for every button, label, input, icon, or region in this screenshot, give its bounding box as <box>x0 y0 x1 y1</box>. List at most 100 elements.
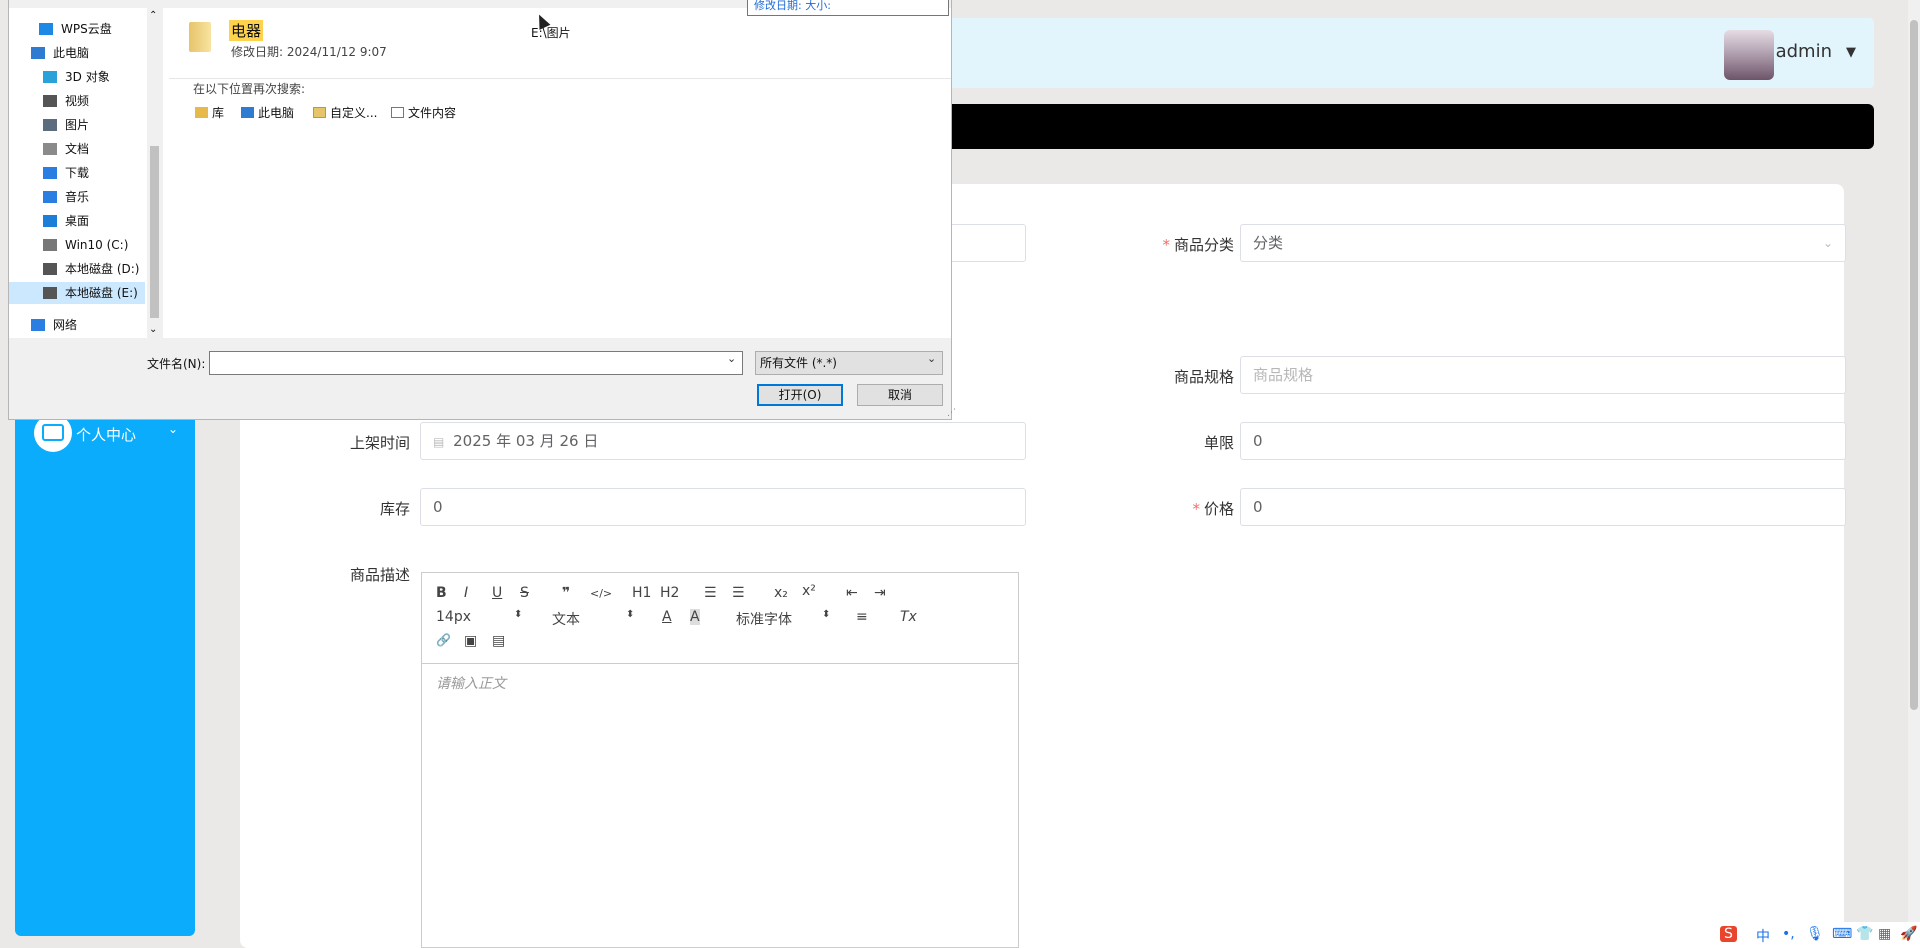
bold-button[interactable]: B <box>436 585 447 601</box>
search-location-file-content[interactable]: 文件内容 <box>391 104 456 121</box>
nav-item[interactable]: 图片 <box>9 114 145 136</box>
nav-item[interactable]: 桌面 <box>9 210 145 232</box>
h2-button[interactable]: H2 <box>660 585 679 601</box>
nav-scrollbar-thumb[interactable] <box>150 146 159 318</box>
superscript-button[interactable]: x² <box>802 583 816 599</box>
sogou-ime-icon[interactable]: S <box>1720 926 1737 942</box>
search-location-custom[interactable]: 自定义... <box>313 104 377 121</box>
nav-item-label: 本地磁盘 (D:) <box>65 262 140 276</box>
category-select[interactable]: 分类 ⌄ <box>1240 224 1846 262</box>
nav-item[interactable]: 3D 对象 <box>9 66 145 88</box>
nav-item[interactable]: 此电脑 <box>9 42 145 64</box>
nav-item[interactable]: 文档 <box>9 138 145 160</box>
image-icon[interactable]: ▣ <box>464 633 477 649</box>
folder-name[interactable]: 电器 <box>229 20 264 41</box>
nav-item[interactable]: 本地磁盘 (E:) <box>9 282 145 304</box>
font-size-select[interactable]: 14px <box>436 609 471 625</box>
font-family-arrows-icon: ⬍ <box>822 609 831 620</box>
chevron-down-icon[interactable]: ⌄ <box>927 352 936 365</box>
price-input[interactable]: 0 <box>1240 488 1846 526</box>
nav-item-label: 文档 <box>65 142 90 156</box>
folder-icon[interactable] <box>189 22 211 52</box>
align-button[interactable]: ≡ <box>856 609 868 625</box>
nav-item[interactable]: 本地磁盘 (D:) <box>9 258 145 280</box>
nav-item[interactable]: 视频 <box>9 90 145 112</box>
caret-down-icon[interactable]: ▼ <box>1846 45 1856 60</box>
system-tray: S 中 •, 🎙 ⌨ 👕 ▦ 🚀 <box>1716 922 1920 948</box>
scroll-up-icon[interactable]: ⌃ <box>149 10 157 21</box>
nav-item-label: WPS云盘 <box>61 22 112 36</box>
cloud-icon <box>39 23 53 35</box>
clean-format-button[interactable]: Tx <box>900 609 917 625</box>
spec-placeholder: 商品规格 <box>1253 366 1314 384</box>
page-scrollbar-thumb[interactable] <box>1910 20 1918 710</box>
nav-item[interactable]: WPS云盘 <box>9 18 145 40</box>
code-button[interactable]: </> <box>590 587 612 600</box>
shelf-time-value: 2025 年 03 月 26 日 <box>453 432 599 450</box>
italic-button[interactable]: I <box>464 585 468 601</box>
sidebar-item-personal-center[interactable]: 个人中心 <box>76 424 136 445</box>
link-icon[interactable]: 🔗 <box>436 633 451 647</box>
nav-item[interactable]: 网络 <box>9 314 145 336</box>
price-label: * 价格 <box>1192 500 1234 518</box>
nav-item-label: 视频 <box>65 94 90 108</box>
format-select[interactable]: 文本 <box>552 609 580 629</box>
divider <box>169 78 951 79</box>
shelf-time-picker[interactable]: ▤ 2025 年 03 月 26 日 <box>420 422 1026 460</box>
search-location-this-pc[interactable]: 此电脑 <box>241 104 294 121</box>
toolbox-icon[interactable]: ▦ <box>1878 926 1891 942</box>
underline-button[interactable]: U <box>492 585 502 601</box>
required-mark: * <box>1192 500 1200 518</box>
rich-text-editor[interactable]: B I U S ❞ </> H1 H2 ☰ ☰ x₂ x² ⇤ ⇥ 14px ⬍… <box>421 572 1019 948</box>
user-avatar[interactable] <box>1724 30 1774 80</box>
nav-item-label: 3D 对象 <box>65 70 110 84</box>
format-arrows-icon: ⬍ <box>626 609 635 620</box>
nav-item[interactable]: Win10 (C:) <box>9 234 145 256</box>
picture-icon <box>43 119 57 131</box>
stock-input[interactable]: 0 <box>420 488 1026 526</box>
spec-input[interactable]: 商品规格 <box>1240 356 1846 394</box>
drive-icon <box>43 263 57 275</box>
nav-list: WPS云盘此电脑 3D 对象视频图片文档下载音乐 桌面 Win10 (C:) 本地磁盘 … <box>9 0 147 340</box>
cube-icon <box>43 71 57 83</box>
microphone-icon[interactable]: 🎙 <box>1806 926 1824 942</box>
file-open-dialog: WPS云盘此电脑 3D 对象视频图片文档下载音乐 桌面 Win10 (C:) 本地磁盘 … <box>8 0 956 420</box>
keyboard-icon[interactable]: ⌨ <box>1832 926 1852 942</box>
font-color-button[interactable]: A <box>662 609 672 625</box>
resize-grip-icon[interactable]: ⋰ <box>947 408 956 418</box>
chevron-down-icon[interactable]: ⌄ <box>727 352 736 365</box>
scroll-down-icon[interactable]: ⌄ <box>149 324 157 335</box>
font-family-select[interactable]: 标准字体 <box>736 609 792 629</box>
custom-folder-icon <box>313 107 326 118</box>
computer-icon <box>241 107 254 118</box>
user-name[interactable]: admin <box>1776 41 1832 62</box>
quote-button[interactable]: ❞ <box>562 585 570 601</box>
chevron-down-icon[interactable]: ⌄ <box>168 422 178 436</box>
punctuation-icon[interactable]: •, <box>1782 926 1795 942</box>
limit-input[interactable]: 0 <box>1240 422 1846 460</box>
nav-item[interactable]: 下载 <box>9 162 145 184</box>
nav-item-label: 下载 <box>65 166 90 180</box>
skin-icon[interactable]: 👕 <box>1856 926 1873 942</box>
filetype-select[interactable]: 所有文件 (*.*) <box>755 351 943 375</box>
document-icon <box>391 107 404 118</box>
open-button[interactable]: 打开(O) <box>757 384 843 406</box>
filename-input[interactable] <box>209 351 743 375</box>
subscript-button[interactable]: x₂ <box>774 585 788 601</box>
outdent-button[interactable]: ⇤ <box>846 585 858 601</box>
nav-item[interactable]: 音乐 <box>9 186 145 208</box>
network-icon <box>31 319 45 331</box>
h1-button[interactable]: H1 <box>632 585 651 601</box>
category-label: * 商品分类 <box>1162 236 1234 254</box>
search-location-library[interactable]: 库 <box>195 104 224 121</box>
cancel-button[interactable]: 取消 <box>857 384 943 406</box>
ordered-list-button[interactable]: ☰ <box>704 585 717 601</box>
rocket-icon[interactable]: 🚀 <box>1900 926 1917 942</box>
bullet-list-button[interactable]: ☰ <box>732 585 745 601</box>
ime-chinese-icon[interactable]: 中 <box>1756 926 1770 946</box>
strike-button[interactable]: S <box>520 585 529 601</box>
video-icon[interactable]: ▤ <box>492 633 505 649</box>
chevron-down-icon: ⌄ <box>1822 236 1833 250</box>
bg-color-button[interactable]: A <box>690 609 700 625</box>
indent-button[interactable]: ⇥ <box>874 585 886 601</box>
